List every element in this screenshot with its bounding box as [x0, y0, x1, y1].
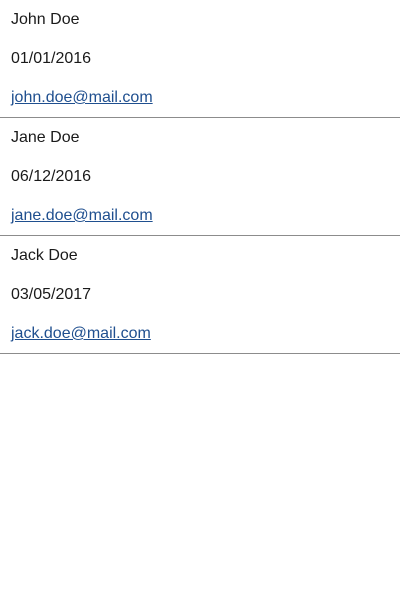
contact-name: Jack Doe — [11, 247, 78, 264]
list-item: John Doe 01/01/2016 john.doe@mail.com — [0, 0, 400, 118]
contact-date: 06/12/2016 — [11, 168, 92, 185]
list-item: Jane Doe 06/12/2016 jane.doe@mail.com — [0, 118, 400, 236]
contact-name: John Doe — [11, 11, 80, 28]
contact-email-link[interactable]: jane.doe@mail.com — [11, 207, 153, 225]
list-item: Jack Doe 03/05/2017 jack.doe@mail.com — [0, 236, 400, 354]
contact-email-link[interactable]: john.doe@mail.com — [11, 89, 153, 107]
contact-email-link[interactable]: jack.doe@mail.com — [11, 325, 151, 343]
contact-date: 03/05/2017 — [11, 286, 92, 303]
contact-date: 01/01/2016 — [11, 50, 92, 67]
contact-list: John Doe 01/01/2016 john.doe@mail.com Ja… — [0, 0, 400, 354]
contact-name: Jane Doe — [11, 129, 80, 146]
